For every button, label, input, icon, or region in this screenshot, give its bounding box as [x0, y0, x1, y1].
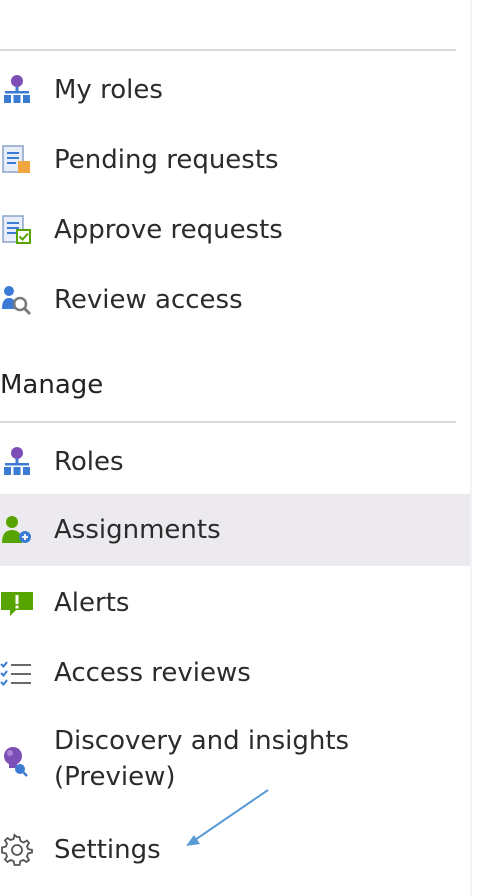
nav-item-access-reviews[interactable]: Access reviews: [0, 641, 470, 705]
approve-requests-icon: [0, 213, 34, 247]
nav-item-label: My roles: [54, 75, 163, 105]
gear-icon: [0, 833, 34, 867]
discovery-bulb-icon: [0, 744, 34, 778]
nav-item-review-access[interactable]: Review access: [0, 268, 470, 332]
scroll-edge: [470, 0, 472, 896]
nav-item-label: Alerts: [54, 588, 130, 618]
manage-divider: [0, 421, 456, 423]
assignments-icon: [0, 513, 34, 547]
nav-item-label: Settings: [54, 835, 161, 865]
checklist-icon: [0, 656, 34, 690]
pending-requests-icon: [0, 143, 34, 177]
nav-item-label: Assignments: [54, 515, 221, 545]
nav-item-label: Pending requests: [54, 145, 279, 175]
nav-item-roles[interactable]: Roles: [0, 430, 470, 494]
roles-hierarchy-icon: [0, 445, 34, 479]
nav-item-my-roles[interactable]: My roles: [0, 58, 470, 122]
section-title-manage: Manage: [0, 370, 104, 400]
nav-item-alerts[interactable]: Alerts: [0, 571, 470, 635]
nav-item-label: Approve requests: [54, 215, 283, 245]
alert-icon: [0, 586, 34, 620]
roles-hierarchy-icon: [0, 73, 34, 107]
nav-item-pending-requests[interactable]: Pending requests: [0, 128, 470, 192]
nav-item-approve-requests[interactable]: Approve requests: [0, 198, 470, 262]
top-divider: [0, 49, 456, 51]
nav-item-label: Access reviews: [54, 658, 251, 688]
annotation-arrow: [186, 789, 269, 846]
nav-item-label: Roles: [54, 447, 124, 477]
nav-item-assignments[interactable]: Assignments: [0, 494, 470, 566]
nav-item-label: Review access: [54, 285, 243, 315]
review-access-icon: [0, 283, 34, 317]
